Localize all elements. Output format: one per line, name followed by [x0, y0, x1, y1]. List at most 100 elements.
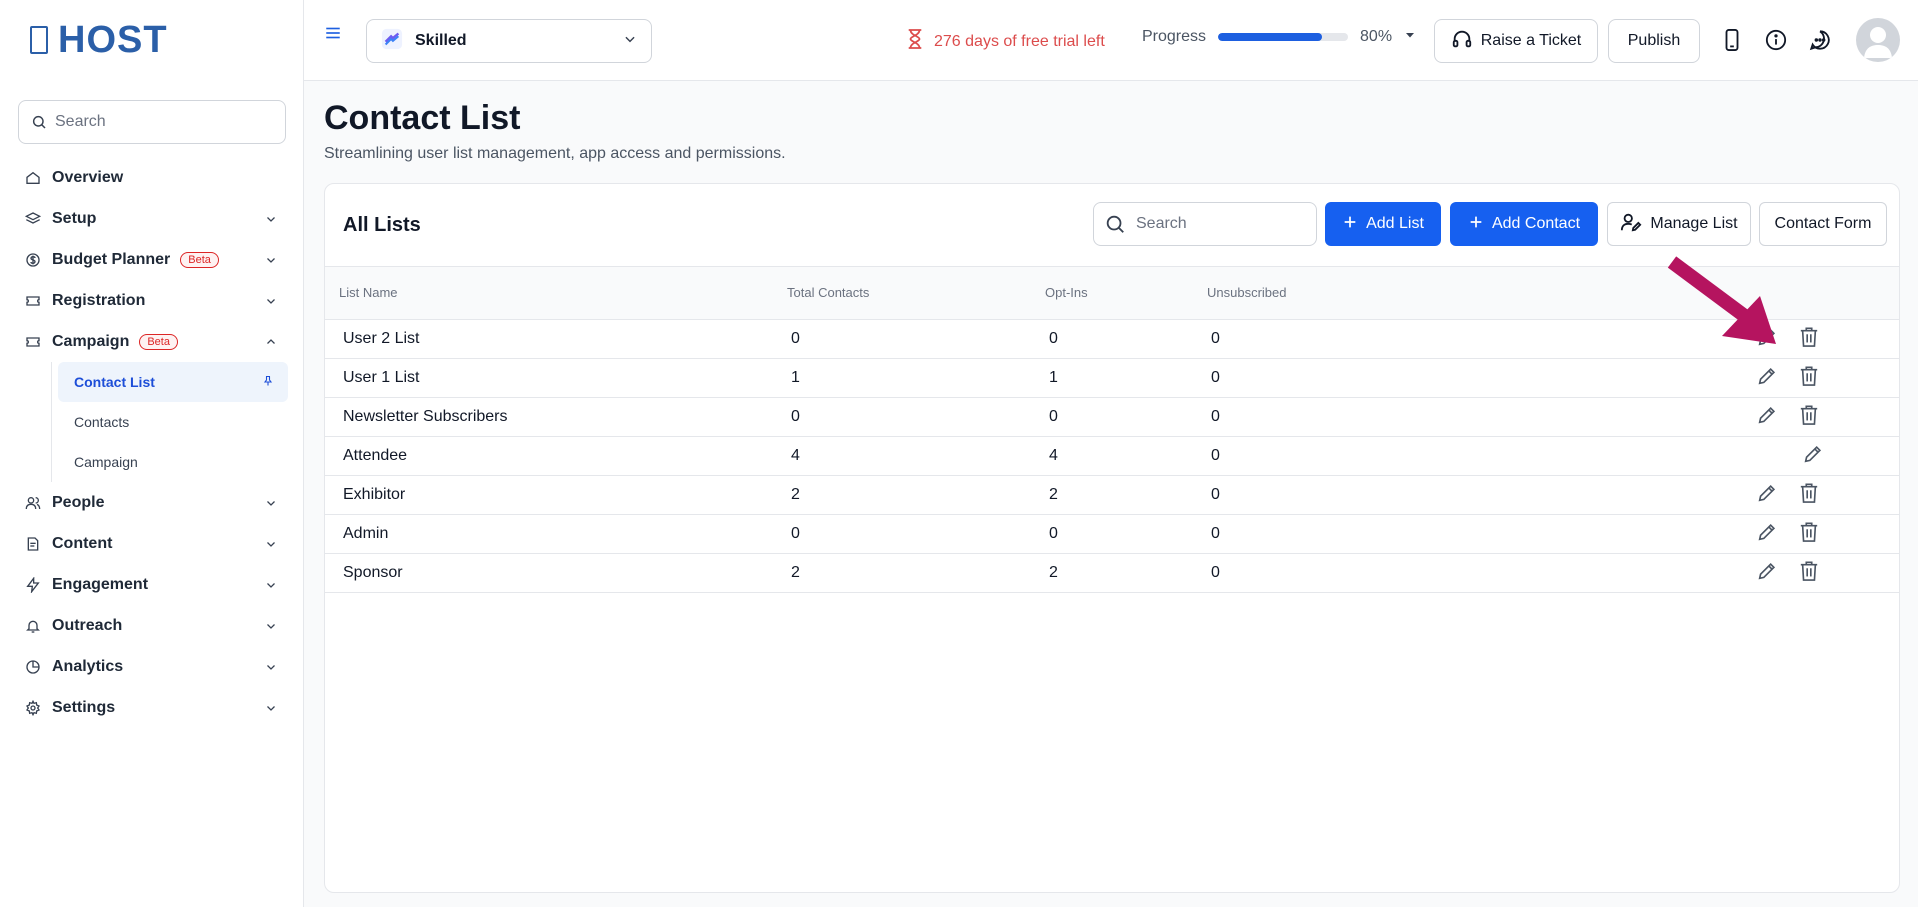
logo-mark-icon	[30, 26, 48, 54]
sidebar-item-overview[interactable]: Overview	[18, 157, 288, 198]
table-body: User 2 List 0 0 0 User 1 List 1 1 0 Newsletter S…	[325, 319, 1899, 593]
lists-card: All Lists Add List Add Contact Manage Li…	[324, 183, 1900, 893]
table-row: Exhibitor 2 2 0	[325, 475, 1899, 515]
actions-cell	[1657, 553, 1899, 593]
trash-icon[interactable]	[1797, 559, 1821, 583]
caret-down-icon[interactable]	[1404, 28, 1416, 46]
brand-name: HOST	[58, 18, 168, 61]
users-icon	[24, 494, 42, 512]
bell-icon	[24, 617, 42, 635]
mobile-preview-icon[interactable]	[1720, 28, 1744, 52]
sidebar-subitem-label: Contact List	[74, 374, 155, 390]
sidebar-item-outreach[interactable]: Outreach	[18, 605, 288, 646]
total-contacts-cell: 2	[787, 475, 1045, 515]
sidebar-item-people[interactable]: People	[18, 482, 288, 523]
unsubscribed-cell: 0	[1207, 319, 1657, 359]
trash-icon[interactable]	[1797, 364, 1821, 388]
add-contact-button[interactable]: Add Contact	[1450, 202, 1598, 246]
contact-form-button[interactable]: Contact Form	[1759, 202, 1887, 246]
chevron-down-icon	[264, 619, 278, 633]
total-contacts-cell: 0	[787, 514, 1045, 554]
actions-cell	[1657, 436, 1899, 476]
unsubscribed-cell: 0	[1207, 514, 1657, 554]
trash-icon[interactable]	[1797, 325, 1821, 349]
plus-icon	[1468, 214, 1484, 235]
sidebar-subitem-contact-list[interactable]: Contact List	[58, 362, 288, 402]
list-name-cell[interactable]: User 1 List	[325, 358, 787, 398]
sidebar-item-label: Overview	[52, 168, 124, 186]
edit-icon[interactable]	[1801, 442, 1825, 466]
sidebar-item-label: Content	[52, 534, 113, 552]
sidebar-item-label: People	[52, 493, 105, 511]
user-avatar-icon	[1864, 27, 1892, 58]
progress-value: 80%	[1360, 28, 1393, 45]
table-row: Newsletter Subscribers 0 0 0	[325, 397, 1899, 437]
trash-icon[interactable]	[1797, 481, 1821, 505]
edit-icon[interactable]	[1755, 364, 1779, 388]
page-subtitle: Streamlining user list management, app a…	[324, 145, 786, 162]
headset-icon	[1451, 28, 1473, 55]
sidebar-search	[18, 100, 286, 144]
sidebar-item-content[interactable]: Content	[18, 523, 288, 564]
column-header-total-contacts: Total Contacts	[787, 267, 1045, 320]
event-selector[interactable]: Skilled	[366, 19, 652, 63]
raise-ticket-button[interactable]: Raise a Ticket	[1434, 19, 1598, 63]
sidebar-item-setup[interactable]: Setup	[18, 198, 288, 239]
list-name-cell[interactable]: Admin	[325, 514, 787, 554]
sidebar-search-input[interactable]	[55, 113, 275, 131]
chat-icon[interactable]	[1808, 28, 1832, 52]
sidebar-item-label: Budget Planner	[52, 250, 171, 268]
edit-icon[interactable]	[1755, 520, 1779, 544]
chevron-down-icon	[264, 578, 278, 592]
chevron-down-icon	[264, 537, 278, 551]
progress-fill	[1218, 33, 1323, 41]
pie-chart-icon	[24, 658, 42, 676]
edit-icon[interactable]	[1755, 325, 1779, 349]
list-name-cell[interactable]: Newsletter Subscribers	[325, 397, 787, 437]
sidebar-subitem-label: Campaign	[74, 454, 138, 470]
sidebar-item-registration[interactable]: Registration	[18, 280, 288, 321]
sidebar-item-label: Engagement	[52, 575, 149, 593]
sidebar-item-campaign[interactable]: Campaign Beta	[18, 321, 288, 362]
beta-badge: Beta	[180, 251, 219, 268]
sidebar-item-settings[interactable]: Settings	[18, 687, 288, 728]
manage-list-button[interactable]: Manage List	[1607, 202, 1751, 246]
sidebar-item-label: Analytics	[52, 657, 124, 675]
publish-button[interactable]: Publish	[1608, 19, 1700, 63]
edit-icon[interactable]	[1755, 481, 1779, 505]
list-name-cell[interactable]: Sponsor	[325, 553, 787, 593]
brand-logo[interactable]: HOST	[30, 18, 168, 62]
list-search	[1093, 202, 1317, 246]
user-edit-icon	[1620, 211, 1642, 238]
table-row: Sponsor 2 2 0	[325, 553, 1899, 593]
sidebar-item-label: Campaign	[52, 332, 130, 350]
chevron-up-icon	[264, 335, 278, 349]
edit-icon[interactable]	[1755, 403, 1779, 427]
sidebar-subitem-contacts[interactable]: Contacts	[58, 402, 288, 442]
info-icon[interactable]	[1764, 28, 1788, 52]
list-name-cell[interactable]: Exhibitor	[325, 475, 787, 515]
sidebar-subitem-campaign[interactable]: Campaign	[58, 442, 288, 482]
avatar[interactable]	[1856, 18, 1900, 62]
edit-icon[interactable]	[1755, 559, 1779, 583]
document-icon	[24, 535, 42, 553]
trash-icon[interactable]	[1797, 520, 1821, 544]
pin-icon[interactable]	[262, 374, 274, 390]
add-contact-label: Add Contact	[1491, 215, 1581, 232]
unsubscribed-cell: 0	[1207, 553, 1657, 593]
list-name-cell[interactable]: Attendee	[325, 436, 787, 476]
sidebar-item-engagement[interactable]: Engagement	[18, 564, 288, 605]
chevron-down-icon	[264, 701, 278, 715]
trash-icon[interactable]	[1797, 403, 1821, 427]
add-list-button[interactable]: Add List	[1325, 202, 1441, 246]
hamburger-menu-icon[interactable]	[324, 24, 342, 42]
list-search-input[interactable]	[1136, 215, 1306, 233]
chevron-down-icon	[623, 32, 637, 51]
actions-cell	[1657, 475, 1899, 515]
sidebar-item-analytics[interactable]: Analytics	[18, 646, 288, 687]
sidebar-item-budget-planner[interactable]: Budget Planner Beta	[18, 239, 288, 280]
opt-ins-cell: 0	[1045, 397, 1207, 437]
actions-cell	[1657, 514, 1899, 554]
list-name-cell[interactable]: User 2 List	[325, 319, 787, 359]
trial-status: 276 days of free trial left	[906, 28, 1105, 55]
